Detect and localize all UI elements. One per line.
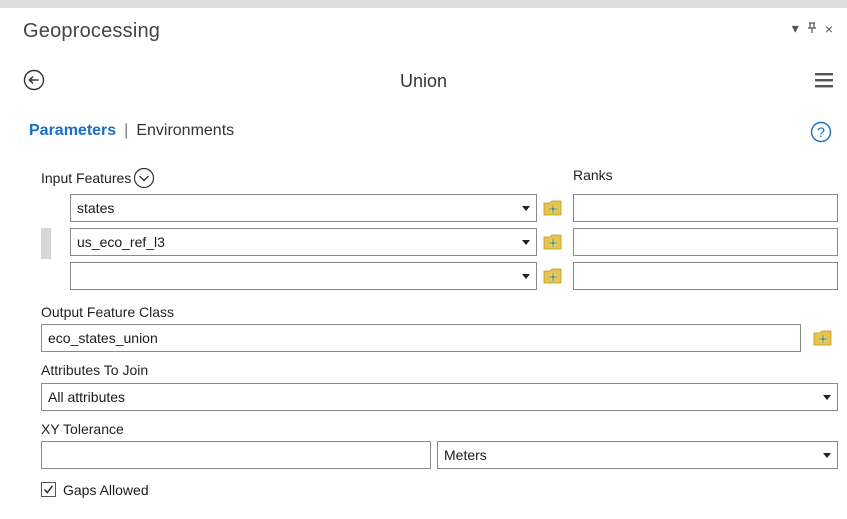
- close-icon[interactable]: ×: [825, 21, 833, 37]
- output-browse-button[interactable]: [813, 329, 833, 347]
- browse-button[interactable]: [543, 267, 563, 285]
- folder-add-icon: [813, 330, 832, 346]
- xy-tolerance-input[interactable]: [41, 441, 431, 469]
- browse-button[interactable]: [543, 233, 563, 251]
- xy-tolerance-label: XY Tolerance: [41, 421, 124, 437]
- svg-text:?: ?: [817, 124, 825, 140]
- rank-input[interactable]: [573, 194, 838, 222]
- input-feature-value: states: [77, 200, 115, 216]
- back-arrow-icon: [23, 69, 45, 91]
- hamburger-menu-icon: [815, 73, 833, 88]
- help-icon: ?: [810, 121, 832, 143]
- folder-add-icon: [543, 234, 562, 250]
- dropdown-arrow-icon: [823, 453, 831, 458]
- tab-bar: Parameters | Environments: [29, 122, 234, 140]
- attributes-to-join-value: All attributes: [48, 389, 126, 405]
- input-feature-dropdown[interactable]: [70, 262, 537, 290]
- pane-options-dropdown-icon[interactable]: ▾: [792, 20, 799, 37]
- rank-input[interactable]: [573, 262, 838, 290]
- input-feature-dropdown[interactable]: us_eco_ref_l3: [70, 228, 537, 256]
- tab-parameters[interactable]: Parameters: [29, 122, 116, 140]
- input-features-label: Input Features: [41, 167, 155, 189]
- tab-separator: |: [124, 122, 129, 139]
- checkmark-icon: [43, 485, 54, 494]
- input-feature-dropdown[interactable]: states: [70, 194, 537, 222]
- ranks-label: Ranks: [573, 167, 613, 183]
- dropdown-arrow-icon: [522, 240, 530, 245]
- pin-icon[interactable]: [807, 21, 817, 37]
- xy-tolerance-unit-value: Meters: [444, 447, 487, 463]
- expand-chevron-icon[interactable]: [133, 167, 155, 189]
- attributes-to-join-label: Attributes To Join: [41, 362, 149, 378]
- folder-add-icon: [543, 268, 562, 284]
- rank-input[interactable]: [573, 228, 838, 256]
- browse-button[interactable]: [543, 199, 563, 217]
- dropdown-arrow-icon: [823, 395, 831, 400]
- gaps-allowed-label: Gaps Allowed: [63, 482, 149, 498]
- tool-menu-button[interactable]: [815, 72, 833, 88]
- gaps-allowed-checkbox[interactable]: [41, 482, 56, 497]
- tool-title: Union: [399, 71, 448, 91]
- top-border: [0, 0, 847, 8]
- xy-tolerance-unit-dropdown[interactable]: Meters: [437, 441, 838, 469]
- row-drag-handle[interactable]: [41, 228, 51, 259]
- dropdown-arrow-icon: [522, 274, 530, 279]
- output-feature-class-label: Output Feature Class: [41, 304, 175, 320]
- dropdown-arrow-icon: [522, 206, 530, 211]
- window-controls: ▾ ×: [792, 20, 833, 37]
- output-feature-class-input[interactable]: eco_states_union: [41, 324, 801, 352]
- help-button[interactable]: ?: [810, 121, 832, 143]
- tab-environments[interactable]: Environments: [136, 122, 234, 140]
- pane-title: Geoprocessing: [23, 20, 161, 42]
- back-button[interactable]: [23, 69, 45, 91]
- attributes-to-join-dropdown[interactable]: All attributes: [41, 383, 838, 411]
- input-feature-value: us_eco_ref_l3: [77, 234, 165, 250]
- folder-add-icon: [543, 200, 562, 216]
